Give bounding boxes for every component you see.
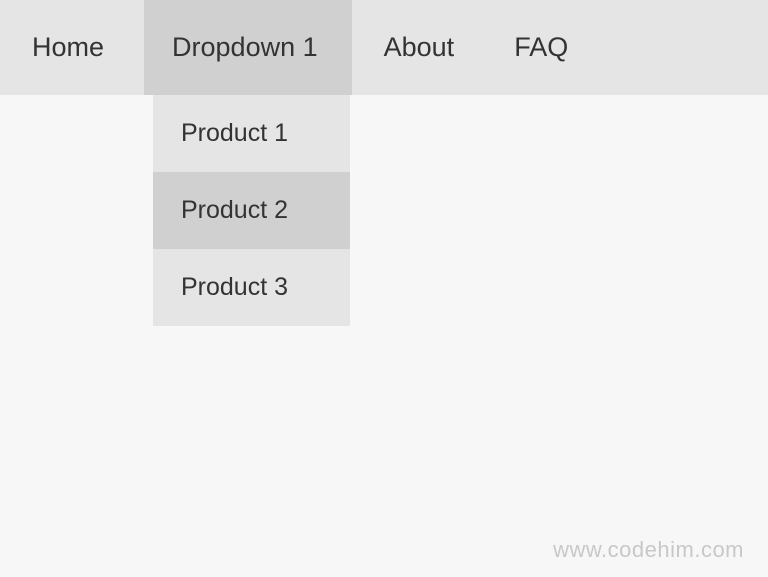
dropdown-label: Product 3 bbox=[181, 273, 288, 301]
dropdown-item-product3[interactable]: Product 3 bbox=[153, 249, 350, 326]
watermark-text: www.codehim.com bbox=[553, 537, 744, 563]
nav-item-faq[interactable]: FAQ bbox=[494, 0, 598, 95]
dropdown-menu: Product 1 Product 2 Product 3 bbox=[153, 95, 350, 326]
nav-item-dropdown1[interactable]: Dropdown 1 bbox=[144, 0, 352, 95]
main-navbar: Home Dropdown 1 About FAQ bbox=[0, 0, 768, 95]
dropdown-label: Product 1 bbox=[181, 119, 288, 147]
dropdown-item-product1[interactable]: Product 1 bbox=[153, 95, 350, 172]
nav-item-about[interactable]: About bbox=[352, 0, 495, 95]
nav-item-home[interactable]: Home bbox=[0, 0, 144, 95]
dropdown-item-product2[interactable]: Product 2 bbox=[153, 172, 350, 249]
nav-label: About bbox=[384, 32, 455, 63]
nav-label: Home bbox=[32, 32, 104, 63]
dropdown-label: Product 2 bbox=[181, 196, 288, 224]
nav-label: FAQ bbox=[514, 32, 568, 63]
nav-label: Dropdown 1 bbox=[172, 32, 318, 63]
